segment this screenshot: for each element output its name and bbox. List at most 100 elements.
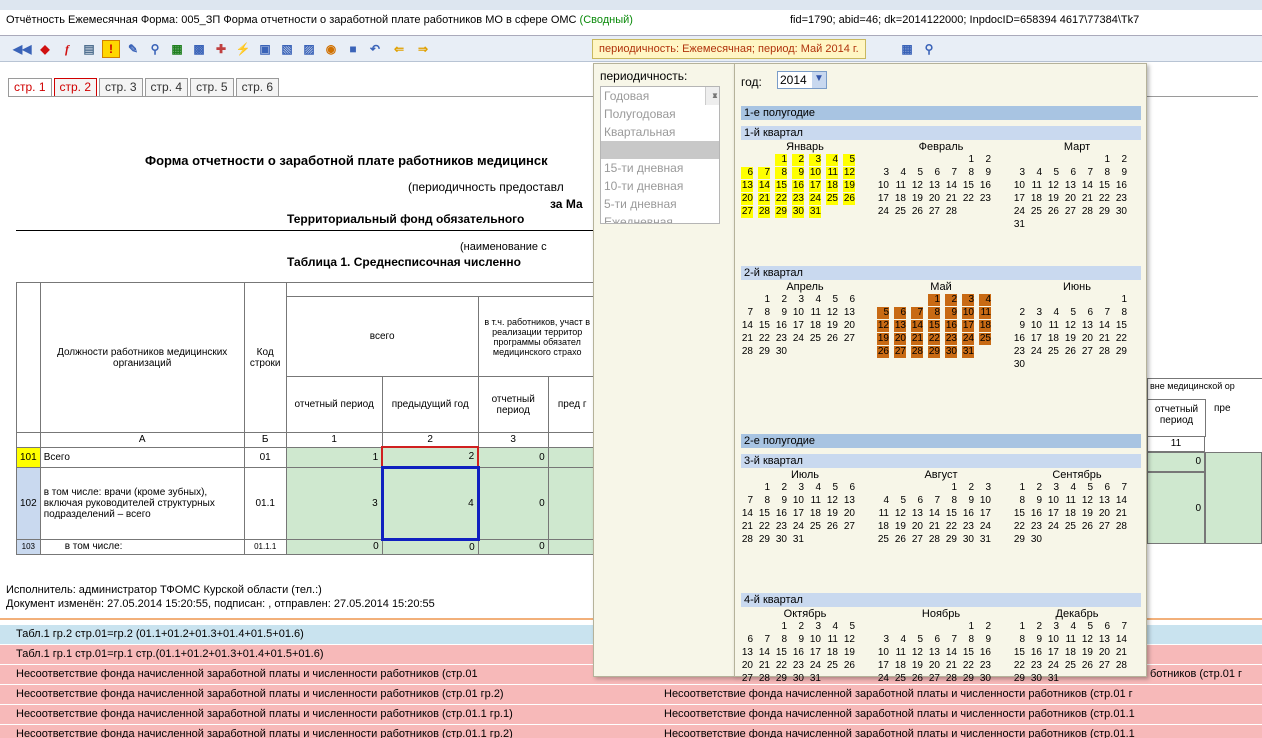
month-name[interactable]: Апрель [741,280,869,294]
day-cell[interactable]: 5 [877,307,889,319]
scroll-down-icon[interactable]: ▼ [708,87,719,105]
day-cell[interactable]: 11 [826,167,838,179]
month-name[interactable]: Март [1013,140,1141,154]
day-cell[interactable]: 21 [758,660,770,672]
day-cell[interactable]: 19 [843,180,855,192]
day-cell[interactable]: 25 [1047,346,1059,358]
day-cell[interactable]: 27 [1081,346,1093,358]
periodicity-option[interactable]: Квартальная [601,123,719,141]
day-cell[interactable]: 22 [962,193,974,205]
day-cell[interactable]: 6 [1064,167,1076,179]
day-cell[interactable]: 16 [1013,333,1025,345]
day-cell[interactable]: 7 [945,167,957,179]
day-cell[interactable]: 26 [911,673,923,685]
day-cell[interactable]: 7 [741,495,753,507]
cell-input[interactable]: 0 [477,446,549,468]
day-cell[interactable]: 7 [1115,621,1127,633]
day-cell[interactable]: 22 [758,521,770,533]
month-name[interactable]: Январь [741,140,869,154]
day-cell[interactable]: 20 [911,521,923,533]
day-cell[interactable]: 10 [1047,634,1059,646]
day-cell[interactable]: 15 [775,647,787,659]
day-cell[interactable]: 23 [1030,521,1042,533]
day-cell[interactable]: 21 [758,193,770,205]
day-cell[interactable]: 28 [1081,206,1093,218]
day-cell[interactable]: 23 [1030,660,1042,672]
day-cell[interactable]: 10 [1013,180,1025,192]
month-name[interactable]: Декабрь [1013,607,1141,621]
day-cell[interactable]: 19 [843,647,855,659]
day-cell[interactable]: 18 [826,180,838,192]
day-cell[interactable]: 7 [1098,307,1110,319]
day-cell[interactable]: 10 [877,647,889,659]
cell-input[interactable]: 0 [477,466,549,540]
day-cell[interactable]: 30 [775,346,787,358]
day-cell[interactable]: 27 [1064,206,1076,218]
day-cell[interactable]: 7 [758,634,770,646]
day-cell[interactable]: 7 [911,307,923,319]
day-cell[interactable]: 4 [826,621,838,633]
day-cell[interactable]: 10 [962,307,974,319]
day-cell[interactable]: 23 [1115,193,1127,205]
day-cell[interactable]: 27 [1098,660,1110,672]
day-cell[interactable]: 6 [911,495,923,507]
month-name[interactable]: Октябрь [741,607,869,621]
day-cell[interactable]: 11 [1047,320,1059,332]
day-cell[interactable]: 22 [775,660,787,672]
day-cell[interactable]: 5 [1081,482,1093,494]
day-cell[interactable]: 14 [928,508,940,520]
day-cell[interactable]: 7 [928,495,940,507]
day-cell[interactable]: 25 [809,521,821,533]
day-cell[interactable]: 15 [758,320,770,332]
day-cell[interactable]: 29 [1098,206,1110,218]
tab-page-4[interactable]: стр. 4 [144,78,189,96]
day-cell[interactable]: 12 [1081,495,1093,507]
day-cell[interactable]: 13 [1098,495,1110,507]
day-cell[interactable]: 24 [877,206,889,218]
day-cell[interactable]: 23 [792,660,804,672]
excel-icon[interactable]: ▦ [168,40,186,58]
day-cell[interactable]: 4 [826,154,838,166]
periodicity-list[interactable]: Годовая Полугодовая Квартальная 15-ти дн… [600,86,720,224]
day-cell[interactable]: 19 [1064,333,1076,345]
magnifier-icon[interactable]: ⚲ [146,40,164,58]
cell-input[interactable]: 0 [285,538,383,555]
day-cell[interactable]: 16 [1115,180,1127,192]
month-name[interactable]: Сентябрь [1013,468,1141,482]
day-cell[interactable]: 24 [809,193,821,205]
day-cell[interactable]: 8 [758,307,770,319]
day-cell[interactable]: 2 [979,154,991,166]
day-cell[interactable]: 9 [792,167,804,179]
day-cell[interactable]: 15 [1098,180,1110,192]
day-cell[interactable]: 12 [826,307,838,319]
day-cell[interactable]: 1 [962,154,974,166]
day-cell[interactable]: 9 [792,634,804,646]
day-cell[interactable]: 6 [1098,621,1110,633]
day-cell[interactable]: 24 [809,660,821,672]
day-cell[interactable]: 22 [945,521,957,533]
day-cell[interactable]: 12 [1064,320,1076,332]
day-cell[interactable]: 24 [1013,206,1025,218]
day-cell[interactable]: 8 [962,634,974,646]
day-cell[interactable]: 17 [792,508,804,520]
day-cell[interactable]: 5 [911,634,923,646]
day-cell[interactable]: 10 [877,180,889,192]
day-cell[interactable]: 15 [962,647,974,659]
day-cell[interactable]: 16 [775,508,787,520]
day-cell[interactable]: 21 [945,193,957,205]
day-cell[interactable]: 18 [1030,193,1042,205]
day-cell[interactable]: 14 [741,508,753,520]
day-cell[interactable]: 23 [979,660,991,672]
day-cell[interactable]: 17 [792,320,804,332]
day-cell[interactable]: 26 [911,206,923,218]
day-cell[interactable]: 24 [979,521,991,533]
day-cell[interactable]: 23 [962,521,974,533]
day-cell[interactable]: 4 [877,495,889,507]
day-cell[interactable]: 24 [877,673,889,685]
day-cell[interactable]: 2 [775,294,787,306]
day-cell[interactable]: 28 [758,206,770,218]
day-cell[interactable]: 21 [928,521,940,533]
day-cell[interactable]: 5 [894,495,906,507]
day-cell[interactable]: 25 [894,673,906,685]
day-cell[interactable]: 4 [894,634,906,646]
